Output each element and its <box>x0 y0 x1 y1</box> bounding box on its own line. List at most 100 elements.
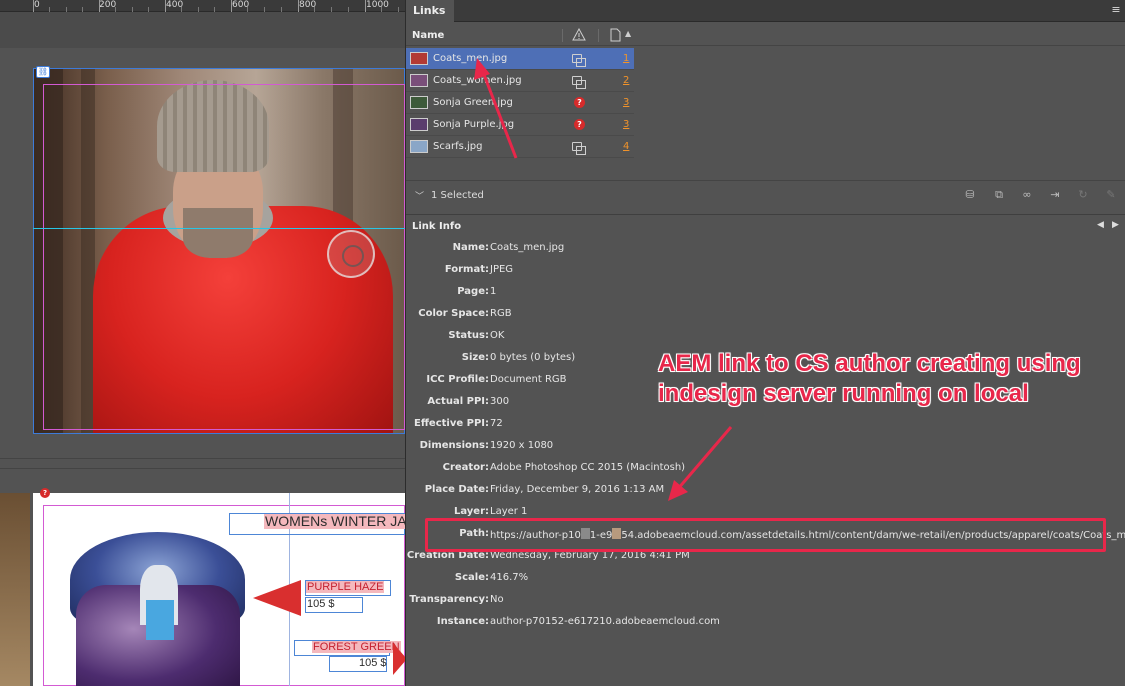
link-page-number[interactable]: 4 <box>623 141 629 152</box>
info-row-status: Status: OK <box>406 325 1125 347</box>
annotation-callout: AEM link to CS author creating using ind… <box>658 350 1081 407</box>
link-row[interactable]: Sonja Green.jpg ? 3 <box>406 92 634 114</box>
linked-ok-icon[interactable] <box>572 142 586 155</box>
warning-icon[interactable] <box>572 28 586 42</box>
info-label: Name: <box>452 242 489 253</box>
ruler-guide[interactable] <box>33 228 405 229</box>
link-page-number[interactable]: 1 <box>623 53 629 64</box>
links-list-header: Name ▲ <box>406 26 1125 46</box>
link-name: Coats_men.jpg <box>433 53 508 64</box>
go-to-link-icon[interactable]: ∞ <box>1018 188 1036 202</box>
product-price: 105 $ <box>307 598 335 610</box>
info-label: Size: <box>461 352 489 363</box>
link-name: Coats_women.jpg <box>433 75 522 86</box>
link-thumbnail <box>410 74 428 87</box>
tree-trunk <box>33 68 63 434</box>
edit-original-icon[interactable]: ✎ <box>1102 188 1120 202</box>
info-row-creator: Creator: Adobe Photoshop CC 2015 (Macint… <box>406 457 1125 479</box>
link-name: Scarfs.jpg <box>433 141 483 152</box>
page-icon[interactable] <box>609 28 623 42</box>
next-link-icon[interactable]: ▶ <box>1112 220 1119 230</box>
info-row-name: Name: Coats_men.jpg <box>406 237 1125 259</box>
relink-from-cc-icon[interactable]: ⛁ <box>961 188 979 202</box>
missing-link-icon[interactable]: ? <box>40 488 50 498</box>
sort-ascending-icon[interactable]: ▲ <box>625 29 631 38</box>
link-thumbnail <box>410 140 428 153</box>
info-row-dimensions: Dimensions: 1920 x 1080 <box>406 435 1125 457</box>
info-value: JPEG <box>490 264 514 275</box>
info-value: Document RGB <box>490 374 567 385</box>
link-row[interactable]: Coats_men.jpg 1 <box>406 48 634 70</box>
chevron-down-icon[interactable]: ﹀ <box>415 189 424 202</box>
product-name-forest-green: FOREST GREEN <box>312 641 401 653</box>
link-name: Sonja Purple.jpg <box>433 119 515 130</box>
info-label: Creator: <box>442 462 489 473</box>
links-list[interactable]: Coats_men.jpg 1 Coats_women.jpg 2 Sonja … <box>406 48 634 158</box>
update-link-icon[interactable]: ↻ <box>1074 188 1092 202</box>
missing-link-icon[interactable]: ? <box>574 119 585 130</box>
link-thumbnail <box>410 96 428 109</box>
info-value: Coats_men.jpg <box>490 242 565 253</box>
embed-icon[interactable]: ⇥ <box>1046 188 1064 202</box>
info-value: OK <box>490 330 505 341</box>
info-value: Friday, December 9, 2016 1:13 AM <box>490 484 665 495</box>
arrow-left-icon <box>253 580 301 616</box>
horizontal-ruler: 0 200 400 600 800 1000 <box>0 0 405 12</box>
tab-links[interactable]: Links <box>406 0 454 22</box>
link-page-number[interactable]: 2 <box>623 75 629 86</box>
info-label: Dimensions: <box>419 440 489 451</box>
info-label: Layer: <box>453 506 489 517</box>
arrow-right-icon <box>393 643 405 675</box>
previous-link-icon[interactable]: ◀ <box>1097 220 1104 230</box>
link-row[interactable]: Sonja Purple.jpg ? 3 <box>406 114 634 136</box>
info-label: Actual PPI: <box>427 396 489 407</box>
links-panel: Links ≡ Name ▲ Coats_men.jpg 1 Coats_wom… <box>405 0 1125 686</box>
selection-bar: ﹀ 1 Selected ⛁ ⧉ ∞ ⇥ ↻ ✎ <box>406 180 1125 210</box>
info-label: Transparency: <box>409 594 489 605</box>
link-page-number[interactable]: 3 <box>623 97 629 108</box>
link-thumbnail <box>410 118 428 131</box>
document-canvas[interactable]: 0 200 400 600 800 1000 ⛓ ? WOMENs WINTER… <box>0 0 405 686</box>
left-page-edge <box>0 493 30 686</box>
link-page-number[interactable]: 3 <box>623 119 629 130</box>
page-title: WOMENs WINTER JA <box>264 514 405 529</box>
link-name: Sonja Green.jpg <box>433 97 513 108</box>
info-label: Place Date: <box>424 484 489 495</box>
link-row[interactable]: Coats_women.jpg 2 <box>406 70 634 92</box>
ruler-label: 200 <box>99 0 117 10</box>
scarf <box>146 600 174 640</box>
ruler-label: 1000 <box>366 0 389 10</box>
linked-ok-icon[interactable] <box>572 54 586 67</box>
info-label: Page: <box>457 286 489 297</box>
content-grabber[interactable] <box>327 230 375 278</box>
info-row-format: Format: JPEG <box>406 259 1125 281</box>
linked-ok-icon[interactable] <box>572 76 586 89</box>
info-row-instance: Instance: author-p70152-e617210.adobeaem… <box>406 611 1125 633</box>
info-label: Format: <box>444 264 489 275</box>
panel-menu-icon[interactable]: ≡ <box>1110 4 1122 16</box>
column-divider <box>562 29 563 42</box>
info-value: 72 <box>490 418 503 429</box>
info-value: Layer 1 <box>490 506 528 517</box>
man-beard <box>183 208 253 258</box>
missing-link-icon[interactable]: ? <box>574 97 585 108</box>
knit-hat <box>157 80 269 172</box>
link-badge-icon[interactable]: ⛓ <box>36 66 50 78</box>
info-label: Color Space: <box>418 308 489 319</box>
info-row-transparency: Transparency: No <box>406 589 1125 611</box>
info-value: 0 bytes (0 bytes) <box>490 352 576 363</box>
path-highlight-box <box>425 518 1106 552</box>
info-row-color-space: Color Space: RGB <box>406 303 1125 325</box>
page-separator <box>0 468 405 469</box>
relink-icon[interactable]: ⧉ <box>990 188 1008 202</box>
info-label: Status: <box>448 330 489 341</box>
purple-jacket-image[interactable] <box>58 530 258 686</box>
info-label: ICC Profile: <box>426 374 489 385</box>
link-info-title: Link Info <box>412 221 462 232</box>
link-row[interactable]: Scarfs.jpg 4 <box>406 136 634 158</box>
link-info-table: Name: Coats_men.jpg Format: JPEG Page: 1… <box>406 237 1125 633</box>
info-label: Scale: <box>454 572 489 583</box>
ruler-label: 0 <box>34 0 40 10</box>
link-info-header: Link Info ◀ ▶ <box>406 214 1125 236</box>
column-header-name[interactable]: Name <box>412 30 444 41</box>
